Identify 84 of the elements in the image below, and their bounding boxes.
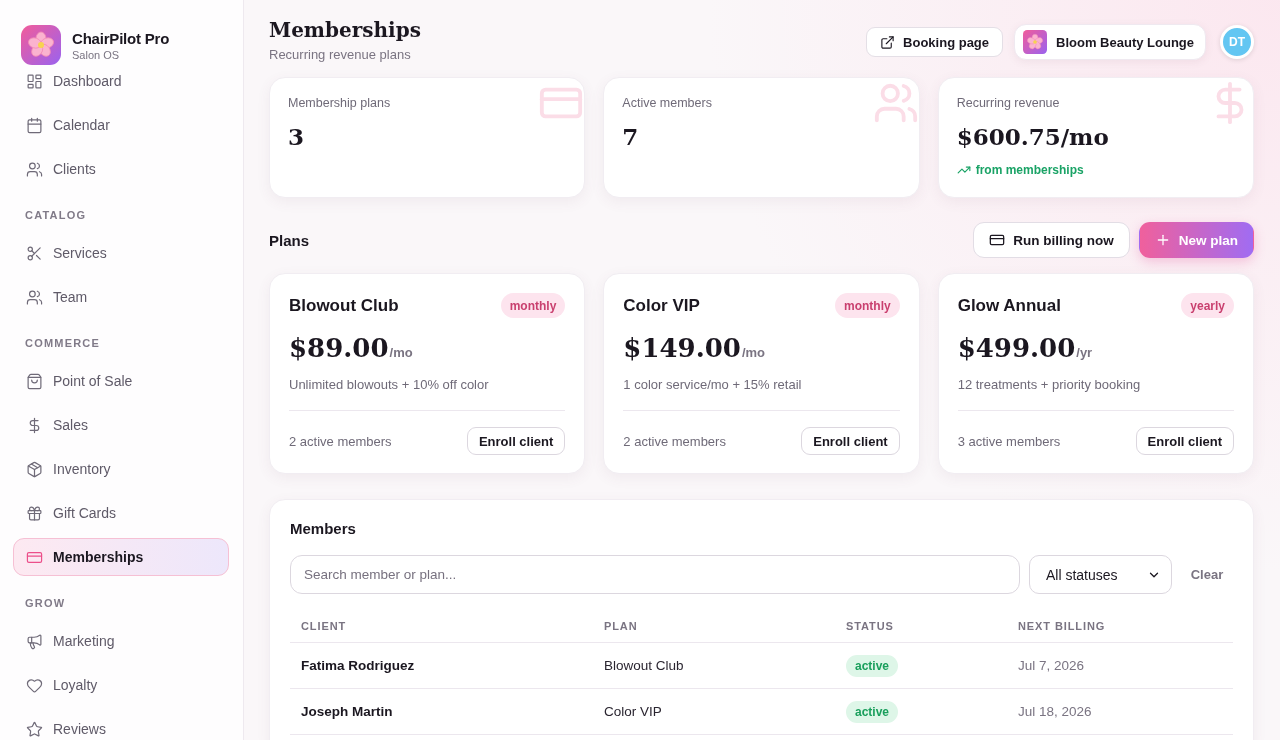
billing-period-badge: yearly — [1181, 293, 1234, 318]
section-title: Members — [290, 520, 357, 537]
member-count: 2 active members — [623, 433, 726, 449]
sidebar-item[interactable]: Services — [13, 234, 229, 272]
table-cell-text: Blowout Club — [603, 658, 685, 673]
sidebar-item[interactable]: Memberships — [13, 538, 229, 576]
page-title: Memberships — [269, 17, 421, 44]
member-count: 2 active members — [289, 433, 392, 449]
sidebar-item[interactable]: Marketing — [13, 622, 229, 660]
stat-value: $600.75/mo — [956, 122, 1109, 152]
users-icon — [26, 288, 43, 306]
run-billing-button[interactable]: Run billing now — [973, 222, 1130, 258]
table-cell-text: Jul 18, 2026 — [1017, 704, 1093, 719]
sidebar-item[interactable]: Sales — [13, 406, 229, 444]
enroll-client-button[interactable]: Enroll client — [801, 427, 900, 455]
section-title: Plans — [269, 231, 310, 249]
sidebar-item[interactable]: Gift Cards — [13, 494, 229, 532]
page-subtitle: Recurring revenue plans — [269, 47, 412, 62]
credit-card-icon — [989, 232, 1006, 248]
nav-section-heading: GROW — [24, 596, 67, 611]
brand-subtitle: Salon OS — [72, 48, 121, 61]
plan-description: Unlimited blowouts + 10% off color — [289, 376, 490, 394]
billing-period-badge: monthly — [500, 293, 566, 318]
clear-button[interactable]: Clear — [1181, 559, 1233, 590]
enroll-client-button[interactable]: Enroll client — [1135, 427, 1234, 455]
stat-note: from memberships — [975, 163, 1084, 177]
sidebar-item[interactable]: Inventory — [13, 450, 229, 488]
external-link-icon — [880, 34, 896, 50]
price-unit: /mo — [389, 345, 413, 360]
plan-name: Glow Annual — [957, 294, 1061, 317]
stat-label: Recurring revenue — [956, 96, 1060, 110]
column-header: NEXT BILLING — [1017, 620, 1107, 632]
plan-description: 1 color service/mo + 15% retail — [623, 376, 803, 394]
stat-label: Active members — [622, 96, 712, 110]
enroll-client-button[interactable]: Enroll client — [466, 427, 566, 455]
plan-price: $149.00 — [623, 332, 741, 365]
table-cell-text: Fatima Rodriguez — [300, 658, 416, 673]
flower-logo-icon — [21, 25, 61, 65]
search-field[interactable]: Search member or plan... — [290, 555, 1020, 594]
sidebar-item[interactable]: Calendar — [13, 106, 229, 144]
flower-logo-icon — [1023, 30, 1048, 54]
nav-section-heading: COMMERCE — [24, 336, 101, 351]
new-plan-button[interactable]: New plan — [1138, 222, 1254, 258]
calendar-icon — [26, 116, 43, 134]
status-filter-dropdown[interactable]: All statuses — [1029, 555, 1172, 594]
plan-price: $499.00 — [957, 332, 1076, 365]
users-icon — [26, 160, 43, 178]
status-badge: active — [846, 700, 899, 723]
plan-price: $89.00 — [289, 332, 389, 365]
sidebar-item[interactable]: Reviews — [13, 710, 229, 740]
sidebar-item[interactable]: Loyalty — [13, 666, 229, 704]
table-cell-text: Jul 7, 2026 — [1017, 658, 1086, 673]
layout-grid-icon — [26, 74, 43, 90]
price-unit: /mo — [741, 345, 766, 360]
sidebar-item[interactable]: Clients — [13, 150, 229, 188]
member-count: 3 active members — [957, 433, 1061, 449]
box-icon — [26, 460, 43, 478]
column-header: STATUS — [845, 620, 895, 632]
gift-icon — [26, 504, 43, 522]
column-header: CLIENT — [300, 620, 348, 632]
location-switcher[interactable]: Bloom Beauty Lounge — [1014, 24, 1206, 60]
plan-name: Blowout Club — [289, 294, 399, 317]
table-cell-text: Color VIP — [603, 704, 663, 719]
plan-name: Color VIP — [623, 294, 700, 317]
table-cell-text: Joseph Martin — [300, 704, 394, 719]
billing-period-badge: monthly — [835, 293, 900, 318]
sidebar-item[interactable]: Team — [13, 278, 229, 316]
column-header: PLAN — [603, 620, 639, 632]
price-unit: /yr — [1076, 345, 1093, 360]
booking-page-button[interactable]: Booking page — [866, 27, 1004, 57]
brand-name: ChairPilot Pro — [72, 29, 170, 47]
stat-value: 7 — [622, 122, 639, 152]
stat-value: 3 — [288, 122, 304, 152]
megaphone-icon — [26, 632, 43, 650]
status-badge: active — [846, 654, 899, 677]
sidebar-item[interactable]: Point of Sale — [13, 362, 229, 400]
plan-description: 12 treatments + priority booking — [957, 376, 1142, 394]
bag-icon — [26, 372, 43, 390]
scissors-icon — [26, 244, 43, 262]
sidebar-item[interactable]: Dashboard — [13, 74, 229, 100]
heart-icon — [26, 676, 43, 694]
nav-section-heading: CATALOG — [24, 208, 88, 223]
stat-label: Membership plans — [288, 96, 391, 110]
star-icon — [26, 720, 43, 738]
